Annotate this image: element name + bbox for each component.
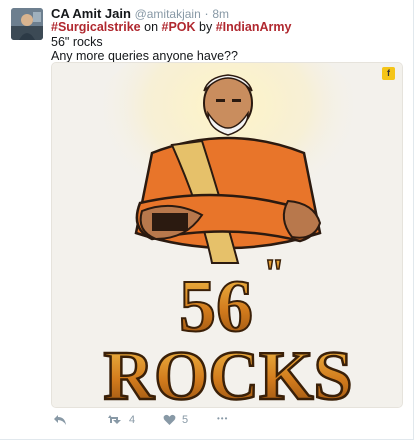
poster-text-quote: " — [263, 252, 284, 294]
tweet-timestamp[interactable]: 8m — [212, 7, 229, 21]
tweet-text: #Surgicalstrike on #POK by #IndianArmy 5… — [51, 20, 391, 64]
reply-icon — [54, 415, 66, 425]
separator-dot: · — [204, 6, 209, 21]
tweet-text-line-2: 56" rocks — [51, 34, 103, 49]
tweet-actions: 4 5 ••• — [51, 414, 391, 432]
text-by: by — [195, 20, 216, 34]
heart-icon — [163, 414, 176, 425]
retweet-button[interactable]: 4 — [107, 414, 135, 426]
poster-text-56: 56 — [179, 266, 253, 348]
author-name[interactable]: CA Amit Jain — [51, 6, 131, 21]
retweet-count: 4 — [129, 414, 136, 426]
hashtag-surgicalstrike[interactable]: #Surgicalstrike — [51, 20, 141, 34]
retweet-icon — [108, 415, 121, 424]
hashtag-pok[interactable]: #POK — [162, 20, 196, 34]
avatar[interactable] — [11, 8, 43, 40]
reply-button[interactable] — [53, 414, 67, 426]
avatar-image — [11, 8, 43, 40]
tweet-media-image[interactable]: f 56 " ROCKS — [51, 62, 403, 408]
tweet-text-line-1: #Surgicalstrike on #POK by #IndianArmy — [51, 20, 391, 35]
hashtag-indianarmy[interactable]: #IndianArmy — [216, 20, 292, 34]
poster-text-rocks: ROCKS — [104, 338, 353, 408]
more-dots-icon: ••• — [217, 414, 229, 423]
poster-illustration: 56 " ROCKS — [52, 63, 402, 408]
like-count: 5 — [182, 414, 189, 426]
media-corner-logo-icon: f — [382, 67, 395, 80]
author-handle[interactable]: @amitakjain — [135, 7, 201, 21]
text-on: on — [140, 20, 162, 34]
tweet-card: CA Amit Jain @amitakjain · 8m #Surgicals… — [0, 0, 414, 440]
more-button[interactable]: ••• — [217, 414, 228, 423]
like-button[interactable]: 5 — [163, 414, 188, 426]
